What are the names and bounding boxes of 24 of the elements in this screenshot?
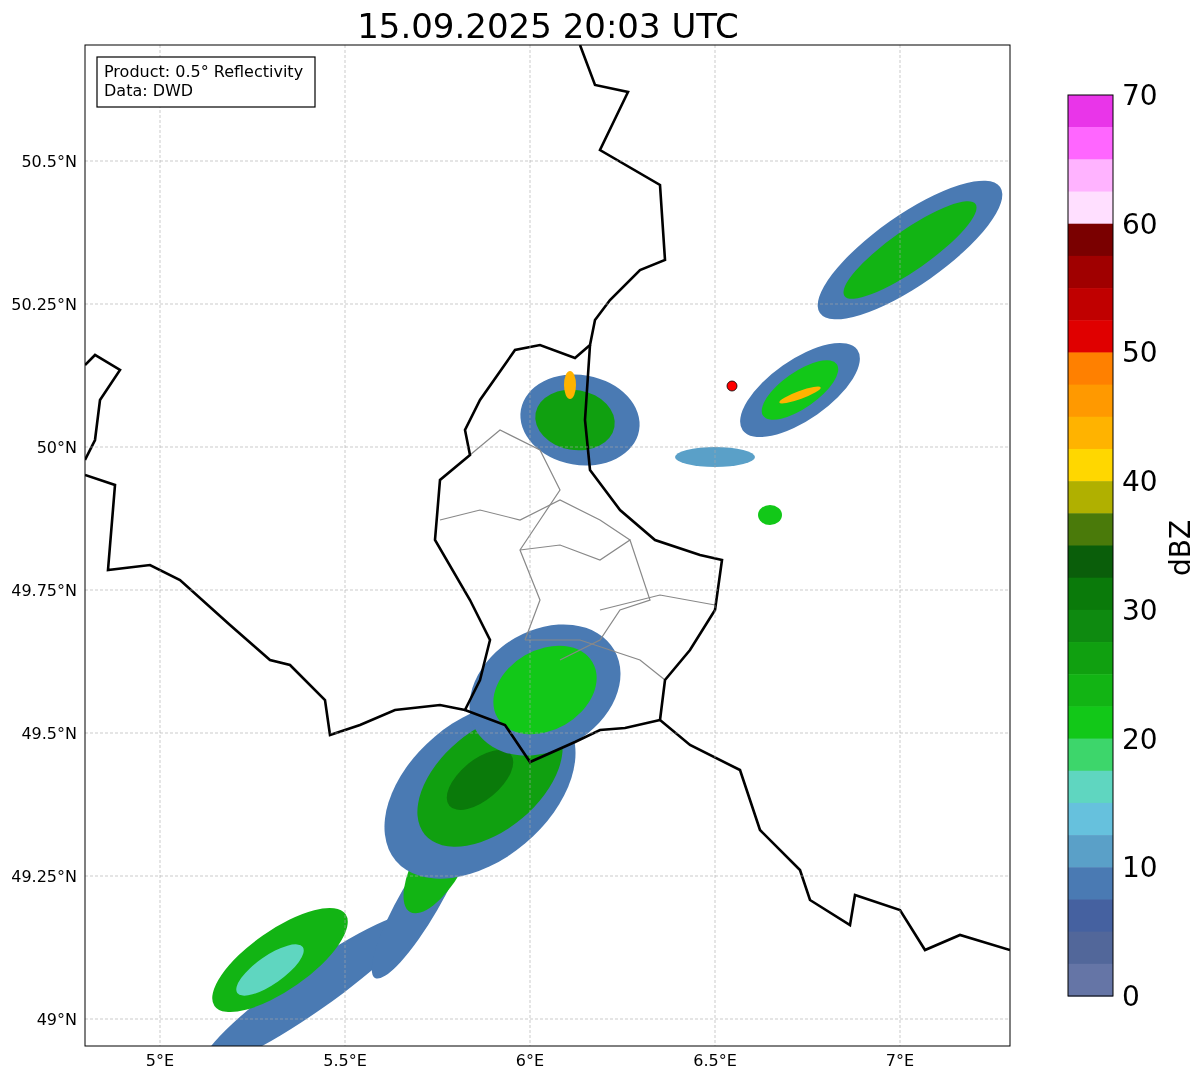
latitude-label: 49.25°N [11, 867, 77, 886]
colorbar-tick-label: 50 [1122, 336, 1158, 370]
chart-title: 15.09.2025 20:03 UTC [357, 6, 739, 46]
latitude-label: 49.75°N [11, 581, 77, 600]
colorbar-tick-label: 60 [1122, 207, 1158, 241]
latitude-label: 49.5°N [21, 724, 77, 743]
longitude-label: 6°E [515, 1051, 545, 1070]
longitude-label: 6.5°E [693, 1051, 737, 1070]
info-text: Data: DWD [104, 81, 194, 100]
colorbar-tick-label: 40 [1122, 465, 1158, 499]
longitude-label: 7°E [885, 1051, 915, 1070]
colorbar-tick-label: 10 [1122, 851, 1158, 885]
colorbar-tick-label: 30 [1122, 593, 1158, 627]
longitude-label: 5°E [145, 1051, 175, 1070]
colorbar-tick-label: 70 [1122, 79, 1158, 112]
latitude-label: 50°N [36, 438, 77, 457]
latitude-label: 50.25°N [11, 295, 77, 314]
colorbar-label: dBZ [1164, 519, 1197, 577]
latitude-label: 50.5°N [21, 152, 77, 171]
colorbar-tick-label: 0 [1122, 980, 1140, 1013]
info-text: Product: 0.5° Reflectivity [104, 62, 304, 81]
longitude-label: 5.5°E [323, 1051, 367, 1070]
latitude-label: 49°N [36, 1010, 77, 1029]
colorbar-tick-label: 20 [1122, 722, 1158, 756]
